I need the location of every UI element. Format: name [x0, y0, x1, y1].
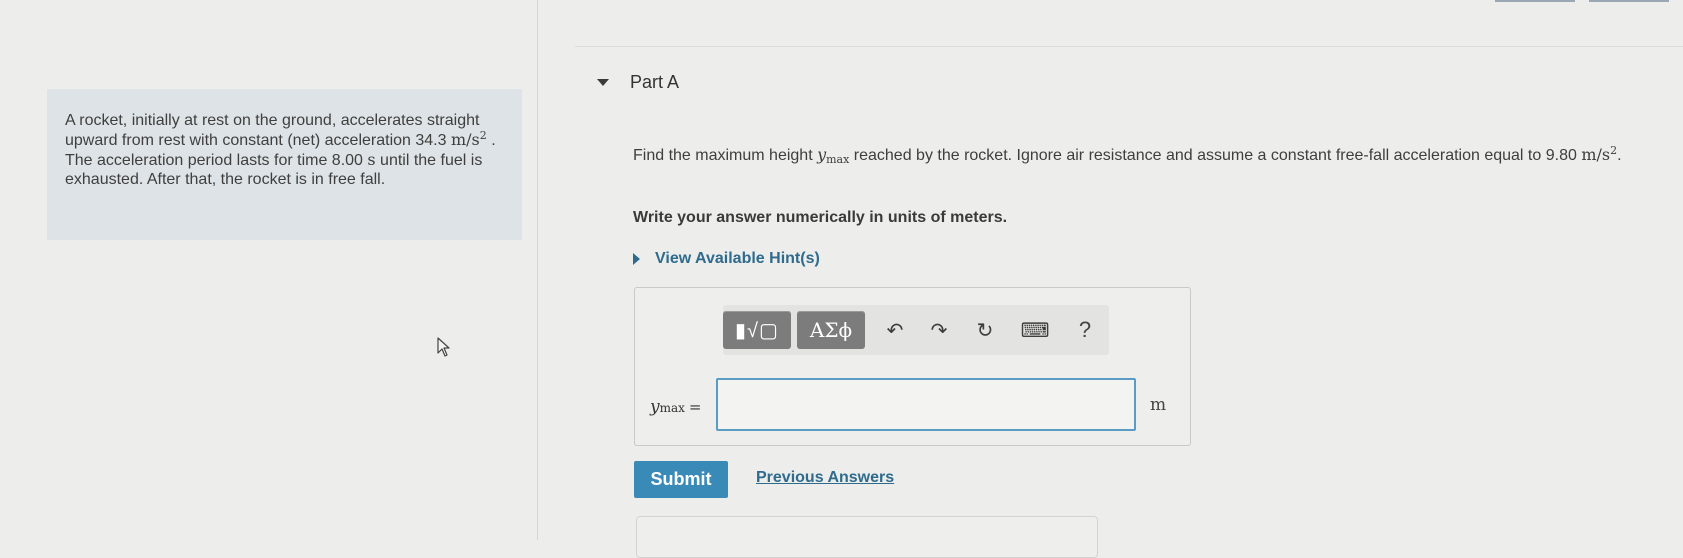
part-title: Part A [630, 72, 680, 92]
answer-var: y [650, 397, 660, 417]
hint-label[interactable]: View Available Hint(s) [655, 250, 820, 268]
answer-equals: = [688, 398, 702, 416]
question-text-1: Find the maximum height [633, 147, 818, 164]
help-button[interactable]: ? [1071, 316, 1099, 344]
answer-instruction: Write your answer numerically in units o… [633, 209, 1008, 226]
collapse-caret-icon[interactable] [597, 79, 609, 86]
reset-icon[interactable]: ↻ [971, 316, 999, 344]
part-divider [575, 46, 1683, 47]
templates-button[interactable]: ▮√▢ [723, 311, 791, 349]
ymax-var: y [817, 145, 827, 164]
ymax-sub: max [826, 153, 850, 166]
templates-icon: ▮√▢ [735, 319, 779, 342]
feedback-panel [636, 516, 1098, 558]
keyboard-icon[interactable]: ⌨ [1021, 316, 1050, 344]
answer-unit: m [1150, 395, 1167, 415]
undo-icon[interactable]: ↶ [881, 316, 909, 344]
symbols-label: ΑΣϕ [809, 318, 853, 342]
previous-answers-link[interactable]: Previous Answers [756, 469, 894, 487]
question-end: . [1617, 147, 1622, 164]
acceleration-unit: m/s2 [451, 130, 487, 149]
g-value: 9.80 [1545, 147, 1582, 164]
answer-panel: ▮√▢ ΑΣϕ ↶ ↷ ↻ ⌨ ? ymax = m [634, 287, 1191, 446]
column-divider [537, 0, 538, 540]
question-text: Find the maximum height ymax reached by … [633, 144, 1673, 167]
answer-var-sub: max [659, 401, 685, 415]
g-unit: m/s2 [1581, 145, 1617, 164]
redo-icon[interactable]: ↷ [925, 316, 953, 344]
time-unit: s [367, 150, 376, 169]
top-nav-marks [1495, 0, 1675, 3]
answer-variable-label: ymax = [650, 397, 702, 417]
part-a-header[interactable]: Part A [597, 72, 679, 93]
g-unit-base: m/s [1581, 145, 1611, 164]
problem-statement: A rocket, initially at rest on the groun… [47, 89, 522, 240]
view-hints-toggle[interactable]: View Available Hint(s) [633, 250, 820, 268]
symbols-button[interactable]: ΑΣϕ [797, 311, 865, 349]
ymax-symbol: ymax [817, 145, 850, 166]
problem-text-1: A rocket, initially at rest on the groun… [65, 112, 480, 149]
submit-button[interactable]: Submit [634, 461, 728, 498]
answer-input[interactable] [716, 378, 1136, 431]
acceleration-unit-base: m/s [450, 130, 480, 149]
question-text-2: reached by the rocket. Ignore air resist… [849, 147, 1546, 164]
acceleration-unit-exponent: 2 [479, 129, 487, 142]
mouse-cursor-icon [437, 337, 450, 357]
expand-caret-icon[interactable] [633, 253, 640, 265]
math-toolbar: ▮√▢ ΑΣϕ ↶ ↷ ↻ ⌨ ? [723, 305, 1109, 355]
